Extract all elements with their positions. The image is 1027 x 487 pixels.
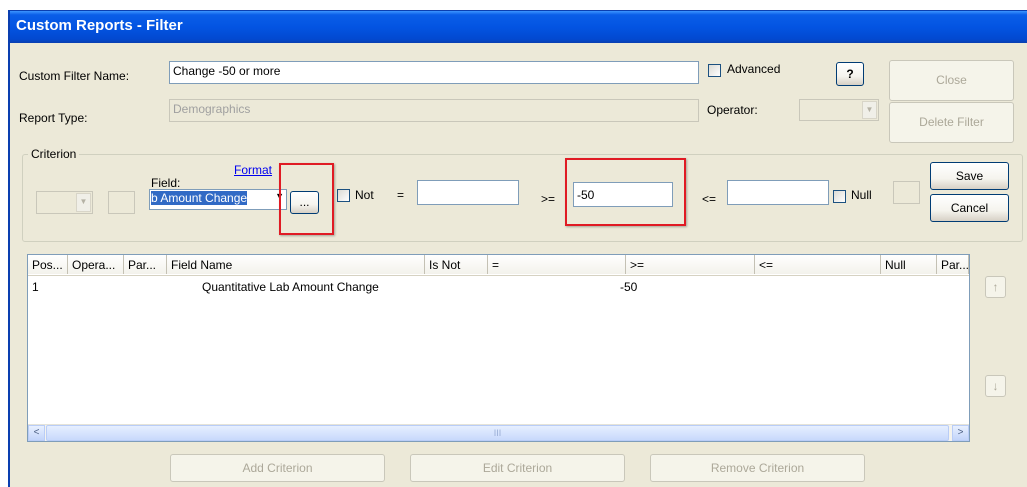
move-down-button[interactable]: ↓ — [985, 375, 1006, 397]
cancel-button[interactable]: Cancel — [930, 194, 1009, 222]
column-header-position[interactable]: Pos... — [28, 255, 68, 274]
report-type-label: Report Type: — [19, 111, 88, 125]
format-link[interactable]: Format — [234, 163, 272, 177]
move-up-button[interactable]: ↑ — [985, 276, 1006, 298]
less-equal-label: <= — [702, 192, 717, 206]
column-header-less-equal[interactable]: <= — [755, 255, 881, 274]
remove-criterion-button[interactable]: Remove Criterion — [650, 454, 865, 482]
advanced-label: Advanced — [727, 62, 781, 76]
column-header-null[interactable]: Null — [881, 255, 937, 274]
not-label: Not — [355, 188, 374, 202]
save-button[interactable]: Save — [930, 162, 1009, 190]
horizontal-scrollbar[interactable]: < III > — [28, 424, 969, 441]
scroll-right-icon[interactable]: > — [952, 425, 969, 441]
criteria-table[interactable]: Pos... Opera... Par... Field Name Is Not… — [27, 254, 970, 442]
paren-open-field[interactable] — [108, 191, 135, 214]
add-criterion-button[interactable]: Add Criterion — [170, 454, 385, 482]
not-checkbox[interactable] — [337, 189, 350, 202]
equals-label: = — [397, 188, 405, 202]
null-checkbox[interactable] — [833, 190, 846, 203]
field-select[interactable]: b Amount Change ▼ — [149, 189, 287, 210]
null-label: Null — [851, 188, 872, 202]
close-button[interactable]: Close — [889, 60, 1014, 101]
custom-reports-filter-window: Custom Reports - Filter Custom Filter Na… — [8, 10, 1027, 487]
edit-criterion-button[interactable]: Edit Criterion — [410, 454, 625, 482]
column-header-field-name[interactable]: Field Name — [167, 255, 425, 274]
field-label: Field: — [151, 176, 181, 190]
column-header-equals[interactable]: = — [488, 255, 626, 274]
equals-input[interactable] — [417, 180, 519, 205]
cell-field-name: Quantitative Lab Amount Change — [202, 280, 379, 294]
greater-equal-label: >= — [541, 192, 556, 206]
cell-position: 1 — [32, 280, 39, 294]
operator-select[interactable]: ▼ — [799, 99, 879, 121]
window-title: Custom Reports - Filter — [10, 11, 1027, 43]
table-header: Pos... Opera... Par... Field Name Is Not… — [28, 255, 969, 276]
highlight-box — [279, 163, 334, 235]
scroll-thumb[interactable]: III — [46, 425, 949, 441]
scroll-left-icon[interactable]: < — [28, 425, 45, 441]
criterion-operator-select[interactable]: ▼ — [36, 191, 93, 214]
delete-filter-button[interactable]: Delete Filter — [889, 102, 1014, 143]
cell-greater-equal: -50 — [620, 280, 638, 294]
field-value: b Amount Change — [151, 191, 248, 205]
custom-filter-name-input[interactable]: Change -50 or more — [169, 61, 699, 84]
column-header-paren-open[interactable]: Par... — [124, 255, 167, 274]
highlight-box — [565, 158, 686, 226]
dropdown-arrow-icon: ▼ — [862, 101, 877, 119]
criterion-group-label: Criterion — [28, 147, 80, 161]
column-header-operator[interactable]: Opera... — [68, 255, 124, 274]
dropdown-arrow-icon: ▼ — [76, 193, 91, 212]
column-header-is-not[interactable]: Is Not — [425, 255, 488, 274]
operator-label: Operator: — [707, 103, 758, 117]
column-header-paren-close[interactable]: Par... — [937, 255, 969, 274]
custom-filter-name-label: Custom Filter Name: — [19, 69, 130, 83]
help-button[interactable]: ? — [836, 62, 864, 86]
paren-close-field[interactable] — [893, 181, 920, 204]
column-header-greater-equal[interactable]: >= — [626, 255, 755, 274]
report-type-field: Demographics — [169, 99, 699, 122]
less-equal-input[interactable] — [727, 180, 829, 205]
advanced-checkbox[interactable] — [708, 64, 721, 77]
